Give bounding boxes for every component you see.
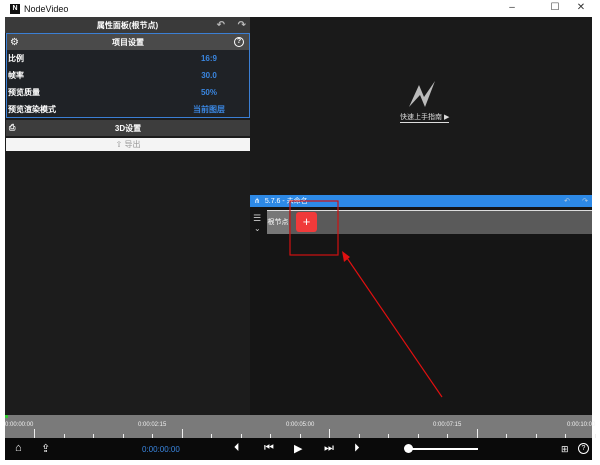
annotation-overlay xyxy=(289,200,443,398)
annotation-arrow xyxy=(344,254,443,398)
highlight-box xyxy=(289,200,339,256)
